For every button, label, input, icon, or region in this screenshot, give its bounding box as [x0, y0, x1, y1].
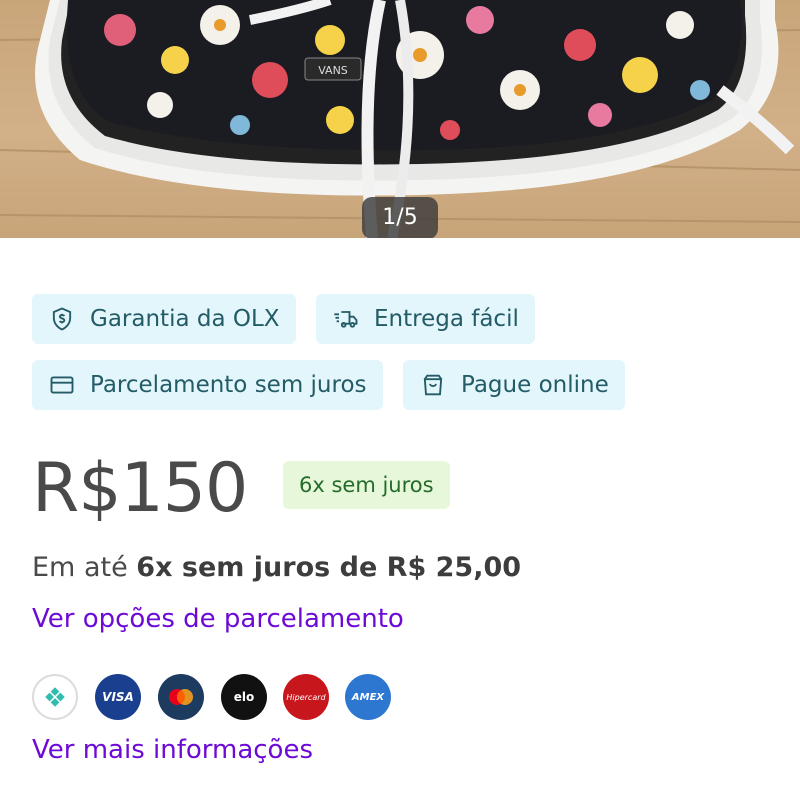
- installment-prefix: Em até: [32, 552, 137, 583]
- amex-icon: AMEX: [345, 674, 391, 720]
- installment-amount: 6x sem juros de R$ 25,00: [136, 552, 522, 583]
- delivery-truck-icon: [332, 305, 360, 333]
- installment-info: Em até 6x sem juros de R$ 25,00: [32, 552, 521, 583]
- feature-label: Parcelamento sem juros: [90, 372, 367, 398]
- installment-badge: 6x sem juros: [283, 461, 450, 509]
- credit-card-icon: [48, 371, 76, 399]
- feature-easy-delivery[interactable]: Entrega fácil: [316, 294, 535, 344]
- hipercard-label: Hipercard: [286, 692, 326, 702]
- feature-label: Pague online: [461, 372, 609, 398]
- brand-logo: VANS: [318, 64, 348, 77]
- feature-label: Garantia da OLX: [90, 306, 280, 332]
- price: R$150: [32, 449, 248, 528]
- installment-options-link[interactable]: Ver opções de parcelamento: [32, 604, 404, 634]
- visa-label: VISA: [102, 690, 134, 704]
- shield-dollar-icon: [48, 305, 76, 333]
- product-photo[interactable]: VANS 1/5: [0, 0, 800, 238]
- elo-icon: elo: [221, 674, 267, 720]
- feature-installments[interactable]: Parcelamento sem juros: [32, 360, 383, 410]
- shopping-bag-icon: [419, 371, 447, 399]
- image-counter: 1/5: [362, 197, 438, 238]
- hipercard-icon: Hipercard: [283, 674, 329, 720]
- pix-icon: [32, 674, 78, 720]
- feature-olx-guarantee[interactable]: Garantia da OLX: [32, 294, 296, 344]
- feature-pay-online[interactable]: Pague online: [403, 360, 625, 410]
- amex-label: AMEX: [351, 691, 385, 703]
- feature-label: Entrega fácil: [374, 306, 519, 332]
- mastercard-icon: [158, 674, 204, 720]
- elo-label: elo: [233, 690, 255, 704]
- more-info-link[interactable]: Ver mais informações: [32, 735, 313, 765]
- visa-icon: VISA: [95, 674, 141, 720]
